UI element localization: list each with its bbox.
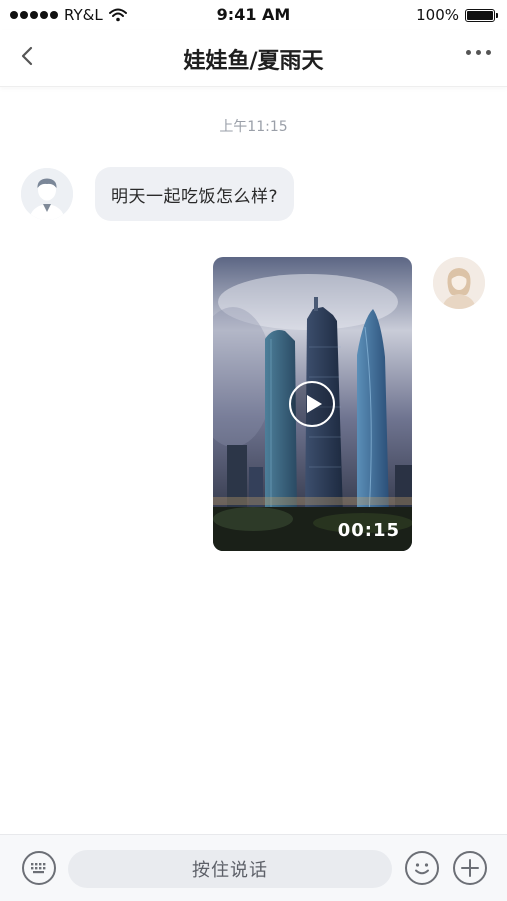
play-button[interactable] (289, 381, 335, 427)
self-avatar[interactable] (433, 257, 485, 309)
message-timestamp: 上午11:15 (219, 119, 288, 135)
hold-to-talk-button[interactable]: 按住说话 (68, 850, 392, 888)
page-title: 娃娃鱼/夏雨天 (183, 49, 324, 74)
plus-icon[interactable] (453, 851, 487, 885)
battery-icon (465, 8, 498, 22)
status-right: 100% (416, 6, 498, 24)
male-avatar-icon (21, 168, 73, 220)
video-duration: 00:15 (337, 520, 400, 541)
contact-avatar[interactable] (21, 168, 73, 220)
status-bar: RY&L 9:41 AM 100% (0, 0, 507, 30)
battery-percent: 100% (416, 6, 459, 24)
emoji-icon[interactable] (405, 851, 439, 885)
more-horizontal-icon[interactable] (466, 50, 491, 55)
play-icon (307, 395, 322, 413)
video-message[interactable]: 00:15 (213, 257, 412, 551)
message-bubble-incoming[interactable]: 明天一起吃饭怎么样? (95, 167, 295, 221)
female-avatar-icon (433, 257, 485, 309)
keyboard-icon[interactable] (22, 851, 56, 885)
nav-bar: 娃娃鱼/夏雨天 (0, 30, 507, 87)
input-bar: 按住说话 (0, 834, 507, 901)
